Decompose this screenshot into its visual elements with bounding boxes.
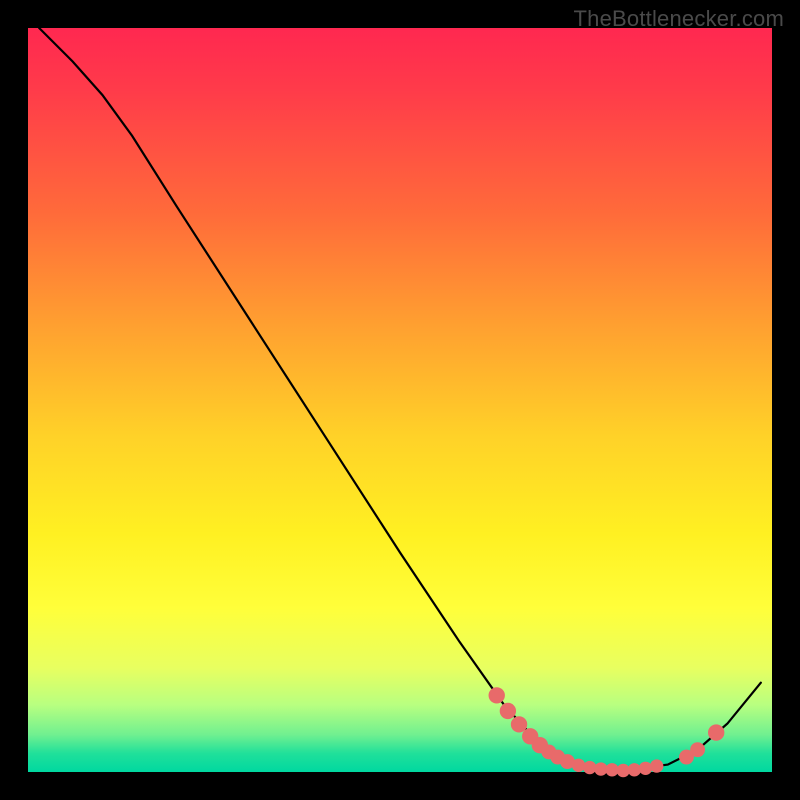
data-marker bbox=[500, 703, 516, 719]
data-marker bbox=[489, 687, 505, 703]
data-marker bbox=[650, 759, 663, 772]
plot-area bbox=[28, 28, 772, 772]
data-marker bbox=[708, 724, 724, 740]
data-marker bbox=[572, 759, 585, 772]
data-marker bbox=[511, 716, 527, 732]
data-marker bbox=[639, 762, 652, 775]
chart-frame: TheBottlenecker.com bbox=[0, 0, 800, 800]
chart-svg bbox=[28, 28, 772, 772]
data-marker bbox=[690, 742, 705, 757]
curve-line bbox=[39, 28, 761, 771]
marker-group bbox=[489, 687, 725, 777]
